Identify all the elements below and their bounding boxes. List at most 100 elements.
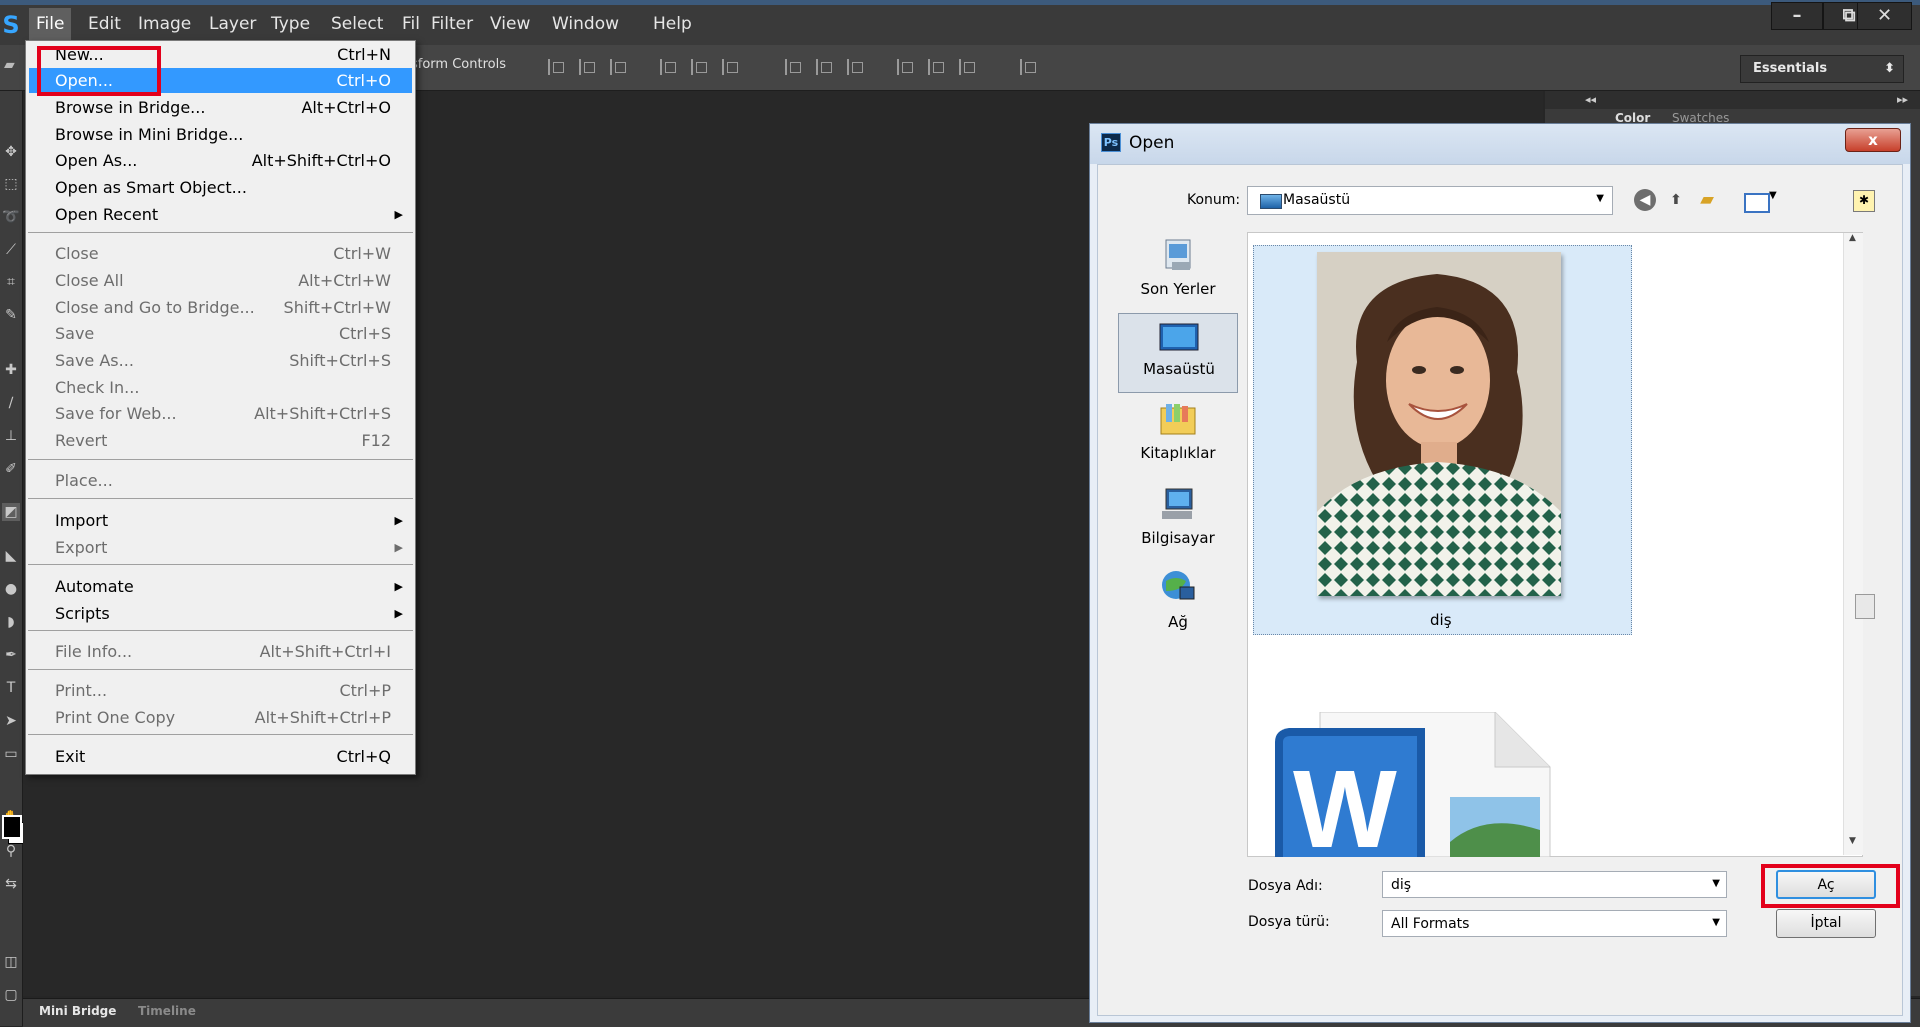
- distribute-left-icon[interactable]: [897, 59, 915, 75]
- distribute-top-icon[interactable]: [785, 59, 803, 75]
- menu-item-file-info[interactable]: File Info... Alt+Shift+Ctrl+I: [26, 639, 415, 664]
- menu-select[interactable]: Select: [324, 8, 390, 40]
- tab-mini-bridge[interactable]: Mini Bridge: [39, 1004, 116, 1018]
- dodge-tool-icon[interactable]: ◗: [2, 613, 20, 631]
- blur-tool-icon[interactable]: ●: [2, 580, 20, 598]
- scroll-down-arrow-icon[interactable]: ▼: [1849, 836, 1856, 846]
- distribute-bottom-icon[interactable]: [847, 59, 865, 75]
- paint-bucket-icon[interactable]: ◣: [2, 547, 20, 565]
- show-transform-controls-label[interactable]: sform Controls: [411, 57, 506, 72]
- menu-window[interactable]: Window: [545, 8, 626, 40]
- menu-item-import[interactable]: Import ▶: [26, 508, 415, 533]
- view-menu-icon[interactable]: [1744, 193, 1770, 213]
- history-brush-icon[interactable]: ✐: [2, 460, 20, 478]
- menu-item-check-in[interactable]: Check In...: [26, 375, 415, 400]
- menu-item-browse-bridge[interactable]: Browse in Bridge... Alt+Ctrl+O: [26, 95, 415, 120]
- menu-item-open-as[interactable]: Open As... Alt+Shift+Ctrl+O: [26, 148, 415, 173]
- align-right-icon[interactable]: [722, 59, 740, 75]
- menu-help[interactable]: Help: [646, 8, 699, 40]
- marquee-tool-icon[interactable]: ⬚: [2, 175, 20, 193]
- collapse-panels-icon[interactable]: ◂◂: [1585, 93, 1596, 106]
- type-tool-icon[interactable]: T: [2, 679, 20, 697]
- zoom-tool-icon[interactable]: ⚲: [2, 842, 20, 860]
- up-folder-icon[interactable]: ⬆: [1665, 189, 1687, 211]
- chevron-down-icon[interactable]: ▼: [1769, 190, 1777, 201]
- auto-align-icon[interactable]: [1020, 59, 1038, 75]
- healing-brush-icon[interactable]: ✚: [2, 361, 20, 379]
- menu-item-browse-mini-bridge[interactable]: Browse in Mini Bridge...: [26, 122, 415, 147]
- menu-type[interactable]: Type: [264, 8, 317, 40]
- menu-item-print-one-copy[interactable]: Print One Copy Alt+Shift+Ctrl+P: [26, 705, 415, 730]
- align-vcenter-icon[interactable]: [579, 59, 597, 75]
- crop-tool-icon[interactable]: ⌗: [2, 273, 20, 291]
- menu-item-open-smart-object[interactable]: Open as Smart Object...: [26, 175, 415, 200]
- place-network[interactable]: Ağ: [1118, 567, 1238, 647]
- menu-filter-partial[interactable]: Fil: [395, 8, 427, 40]
- menu-item-scripts[interactable]: Scripts ▶: [26, 601, 415, 626]
- menu-item-export[interactable]: Export ▶: [26, 535, 415, 560]
- filetype-select[interactable]: All Formats ▼: [1382, 910, 1727, 937]
- menu-item-close-go-bridge[interactable]: Close and Go to Bridge... Shift+Ctrl+W: [26, 295, 415, 320]
- clone-stamp-icon[interactable]: ⊥: [2, 427, 20, 445]
- brush-tool-icon[interactable]: ∕: [2, 394, 20, 412]
- expand-panels-icon[interactable]: ▸▸: [1897, 93, 1908, 106]
- place-desktop[interactable]: Masaüstü: [1118, 313, 1238, 393]
- eraser-tool-icon[interactable]: ◩: [2, 503, 20, 521]
- eyedropper-tool-icon[interactable]: ✎: [2, 306, 20, 324]
- back-icon[interactable]: ◀: [1634, 189, 1656, 211]
- menu-item-exit[interactable]: Exit Ctrl+Q: [26, 744, 415, 769]
- move-tool-icon[interactable]: ✥: [2, 143, 20, 161]
- align-hcenter-icon[interactable]: [691, 59, 709, 75]
- menu-item-save[interactable]: Save Ctrl+S: [26, 321, 415, 346]
- swap-colors-icon[interactable]: ⇆: [2, 875, 20, 893]
- quick-select-tool-icon[interactable]: ⟋: [2, 241, 20, 259]
- distribute-vcenter-icon[interactable]: [816, 59, 834, 75]
- file-thumbnail-portrait[interactable]: [1317, 252, 1561, 596]
- place-recent[interactable]: Son Yerler: [1118, 234, 1238, 314]
- menu-file[interactable]: File: [29, 8, 72, 40]
- menu-item-place[interactable]: Place...: [26, 468, 415, 493]
- path-select-icon[interactable]: ➤: [2, 712, 20, 730]
- place-libraries[interactable]: Kitaplıklar: [1118, 398, 1238, 478]
- menu-item-revert[interactable]: Revert F12: [26, 428, 415, 453]
- shape-tool-icon[interactable]: ▭: [2, 745, 20, 763]
- filename-input[interactable]: diş ▼: [1382, 871, 1727, 898]
- lasso-tool-icon[interactable]: ➰: [2, 208, 20, 226]
- menu-item-save-for-web[interactable]: Save for Web... Alt+Shift+Ctrl+S: [26, 401, 415, 426]
- cancel-button[interactable]: İptal: [1776, 909, 1876, 938]
- menu-image[interactable]: Image: [131, 8, 198, 40]
- menu-filter[interactable]: Filter: [424, 8, 480, 40]
- minimize-button[interactable]: –: [1771, 2, 1823, 30]
- menu-layer[interactable]: Layer: [202, 8, 263, 40]
- menu-item-close[interactable]: Close Ctrl+W: [26, 241, 415, 266]
- dialog-close-button[interactable]: x: [1845, 128, 1901, 152]
- align-top-icon[interactable]: [548, 59, 566, 75]
- move-tool-preset-icon[interactable]: ▰: [4, 57, 18, 77]
- file-list-scrollbar[interactable]: [1843, 233, 1863, 855]
- new-folder-icon[interactable]: ▰: [1696, 189, 1718, 211]
- pen-tool-icon[interactable]: ✒: [2, 646, 20, 664]
- menu-item-print[interactable]: Print... Ctrl+P: [26, 678, 415, 703]
- place-computer[interactable]: Bilgisayar: [1118, 483, 1238, 563]
- menu-item-automate[interactable]: Automate ▶: [26, 574, 415, 599]
- menu-item-save-as[interactable]: Save As... Shift+Ctrl+S: [26, 348, 415, 373]
- menu-item-open-recent[interactable]: Open Recent ▶: [26, 202, 415, 227]
- menu-view[interactable]: View: [483, 8, 537, 40]
- align-left-icon[interactable]: [660, 59, 678, 75]
- menu-item-close-all[interactable]: Close All Alt+Ctrl+W: [26, 268, 415, 293]
- location-combo[interactable]: Masaüstü ▼: [1247, 186, 1613, 215]
- screen-mode-icon[interactable]: ▢: [2, 986, 20, 1004]
- tab-timeline[interactable]: Timeline: [138, 1004, 196, 1018]
- distribute-hcenter-icon[interactable]: [928, 59, 946, 75]
- preview-pane-icon[interactable]: ✱: [1853, 190, 1875, 212]
- word-document-icon[interactable]: W: [1275, 711, 1575, 871]
- workspace-switcher[interactable]: Essentials ⬍: [1740, 55, 1904, 83]
- close-window-button[interactable]: ✕: [1857, 2, 1912, 30]
- scrollbar-thumb[interactable]: [1855, 594, 1875, 619]
- foreground-color-swatch[interactable]: [2, 815, 22, 839]
- menu-edit[interactable]: Edit: [81, 8, 128, 40]
- quick-mask-icon[interactable]: ◫: [2, 953, 20, 971]
- scroll-up-arrow-icon[interactable]: ▲: [1849, 233, 1856, 243]
- distribute-right-icon[interactable]: [959, 59, 977, 75]
- align-bottom-icon[interactable]: [610, 59, 628, 75]
